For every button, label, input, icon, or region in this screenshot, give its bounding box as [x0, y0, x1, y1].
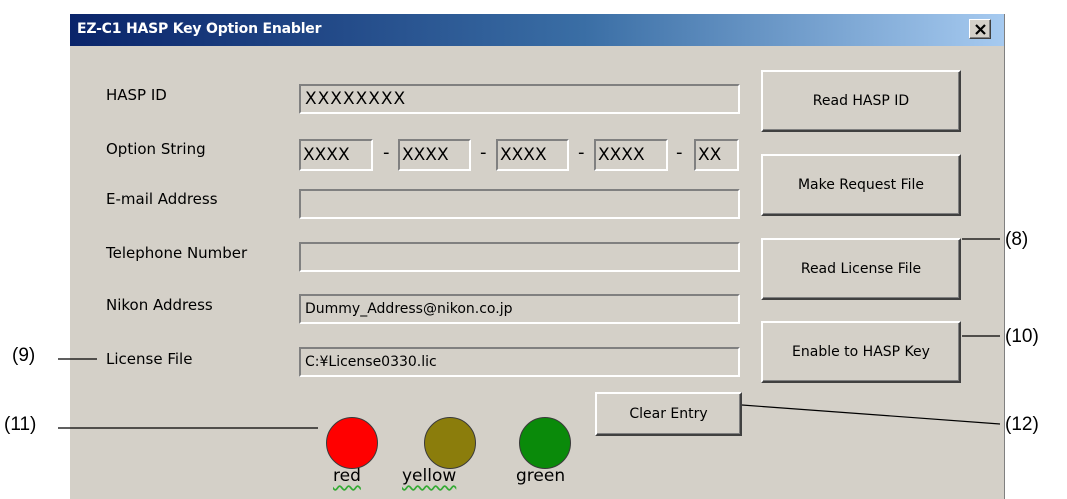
callout-12: (12) — [1005, 414, 1039, 435]
callout-10: (10) — [1005, 326, 1039, 347]
callout-9: (9) — [12, 345, 36, 366]
callout-leader-lines — [58, 238, 1001, 429]
callout-8: (8) — [1005, 229, 1029, 250]
leader-line-12 — [741, 404, 1001, 425]
callout-11: (11) — [4, 414, 37, 435]
